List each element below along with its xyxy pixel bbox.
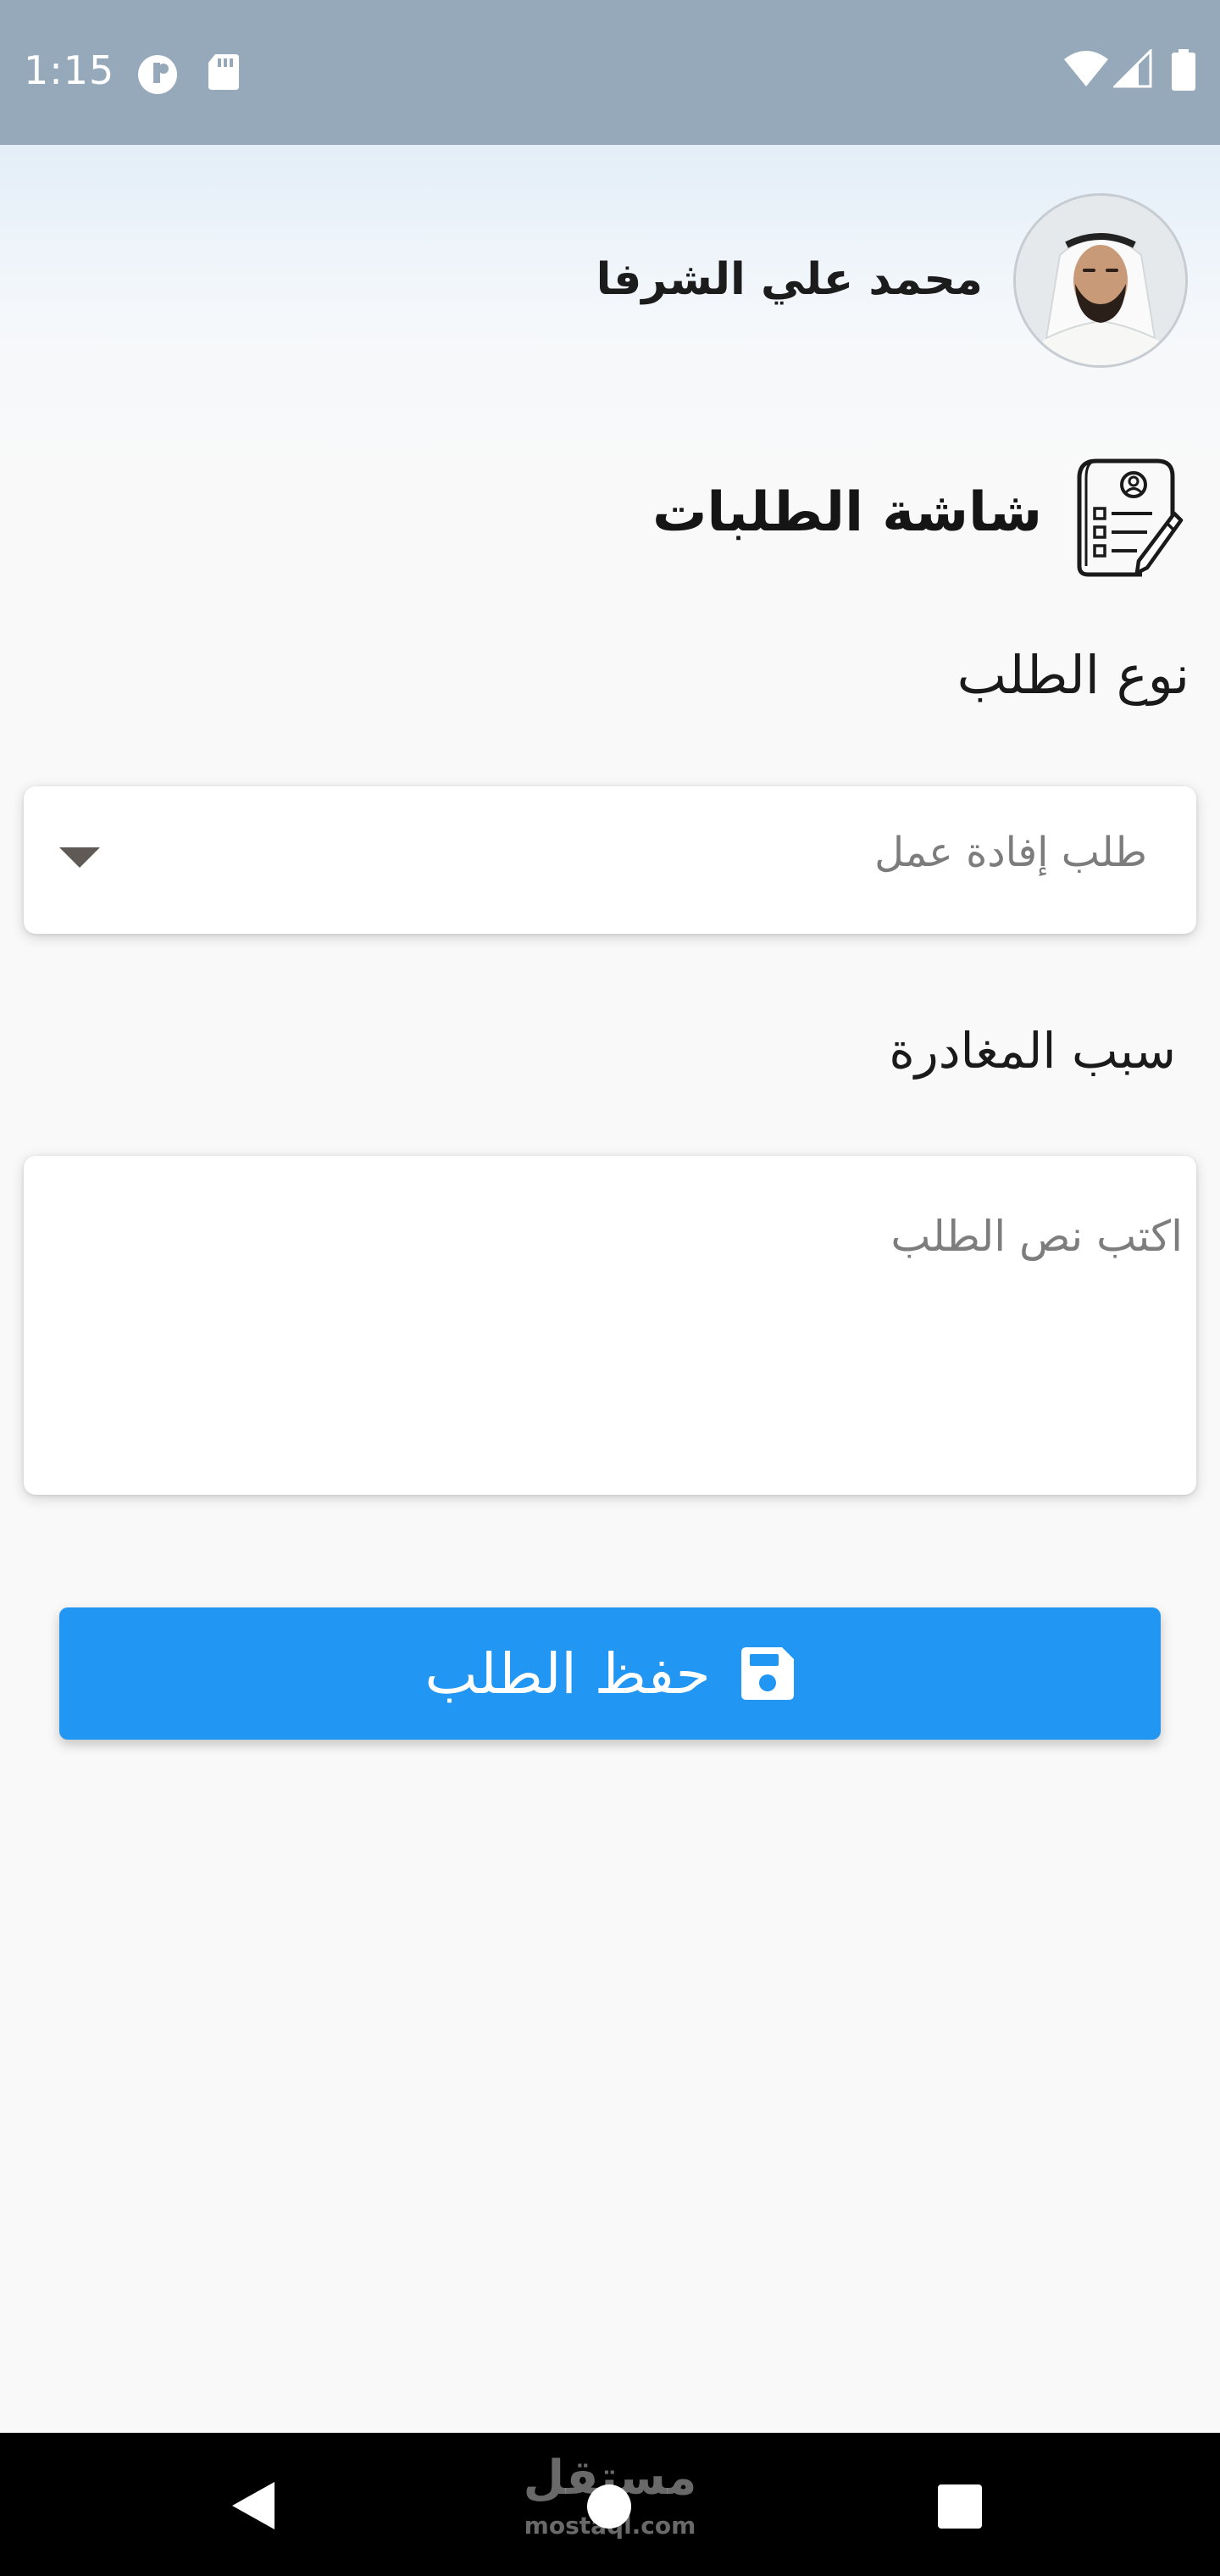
leave-reason-label: سبب المغادرة bbox=[889, 1022, 1176, 1080]
home-icon[interactable] bbox=[585, 2482, 634, 2534]
battery-icon bbox=[1171, 49, 1196, 95]
cell-signal-icon bbox=[1112, 47, 1152, 92]
floppy-disk-icon bbox=[740, 1647, 794, 1700]
user-name: محمد علي الشرفا bbox=[596, 254, 983, 305]
request-document-icon bbox=[1077, 458, 1184, 577]
data-saver-icon bbox=[136, 53, 180, 100]
user-avatar-icon bbox=[1016, 196, 1185, 365]
chevron-down-icon bbox=[59, 847, 100, 868]
request-text-input[interactable] bbox=[24, 1156, 1196, 1495]
request-type-value: طلب إفادة عمل bbox=[874, 829, 1147, 876]
back-icon[interactable] bbox=[230, 2480, 278, 2534]
avatar[interactable] bbox=[1013, 193, 1188, 368]
wifi-icon bbox=[1062, 49, 1110, 92]
request-type-label: نوع الطلب bbox=[957, 644, 1190, 706]
save-request-button[interactable]: حفظ الطلب bbox=[59, 1607, 1161, 1740]
navigation-bar: مستقل mostaql.com bbox=[0, 2433, 1220, 2576]
status-bar: 1:15 bbox=[0, 0, 1220, 145]
request-type-dropdown[interactable]: طلب إفادة عمل bbox=[24, 786, 1196, 934]
save-button-label: حفظ الطلب bbox=[424, 1641, 711, 1707]
sd-card-icon bbox=[207, 53, 241, 95]
request-text-card bbox=[24, 1156, 1196, 1495]
recents-icon[interactable] bbox=[937, 2484, 983, 2533]
page-title: شاشة الطلبات bbox=[652, 481, 1042, 544]
status-time: 1:15 bbox=[24, 47, 115, 93]
